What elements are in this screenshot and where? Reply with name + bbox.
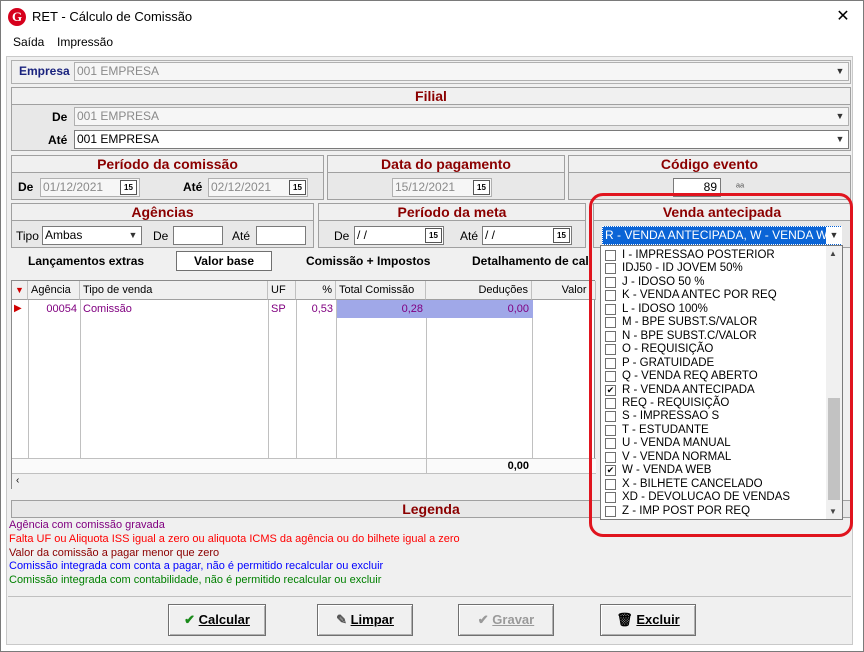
filial-ate-select[interactable]: 001 EMPRESA — [74, 130, 849, 149]
col-agencia[interactable]: Agência — [28, 281, 80, 300]
table-row[interactable]: ▶ 00054 Comissão SP 0,53 0,28 0,00 — [12, 300, 596, 318]
cell-tipo-venda: Comissão — [83, 303, 132, 315]
check-icon: ✔ — [477, 612, 489, 627]
agencias-ate-label: Até — [232, 229, 251, 243]
agencias-tipo-label: Tipo — [16, 229, 39, 243]
tab-valor-base[interactable]: Valor base — [176, 251, 272, 271]
agencias-ate-input[interactable] — [256, 226, 306, 245]
cell-deducoes: 0,00 — [507, 303, 529, 315]
periodo-ate-label: Até — [183, 180, 203, 194]
col-percent[interactable]: % — [296, 281, 336, 300]
excluir-label: Excluir — [636, 612, 680, 627]
calcular-button[interactable]: ✔ Calcular — [168, 604, 266, 636]
limpar-label: Limpar — [350, 612, 394, 627]
legend-item: Comissão integrada com contabilidade, nã… — [9, 574, 382, 586]
highlight-box — [589, 193, 853, 537]
filial-de-label: De — [52, 110, 68, 124]
filial-title: Filial — [12, 88, 850, 105]
menu-bar — [1, 31, 863, 53]
chevron-down-icon[interactable]: ▼ — [832, 131, 848, 148]
col-tipo-venda[interactable]: Tipo de venda — [80, 281, 268, 300]
col-uf[interactable]: UF — [268, 281, 296, 300]
trash-icon: 🗑 — [616, 612, 633, 627]
eraser-icon: ✎ — [336, 612, 347, 627]
tab-detalhamento[interactable]: Detalhamento de calc — [472, 254, 590, 268]
chevron-down-icon[interactable]: ▼ — [125, 227, 141, 244]
periodo-de-label: De — [18, 180, 34, 194]
legend-item: Valor da comissão a pagar menor que zero — [9, 547, 220, 559]
button-bar — [8, 596, 851, 643]
col-valor[interactable]: Valor l — [532, 281, 596, 300]
gravar-button[interactable]: ✔ Gravar — [458, 604, 554, 636]
excluir-button[interactable]: 🗑 Excluir — [600, 604, 696, 636]
filial-de-select[interactable]: 001 EMPRESA — [74, 107, 849, 126]
meta-de-label: De — [334, 229, 350, 243]
row-pointer-icon: ▶ — [14, 303, 22, 314]
chevron-down-icon[interactable]: ▼ — [832, 63, 848, 80]
tab-comissao-impostos[interactable]: Comissão + Impostos — [306, 254, 430, 268]
agencias-de-input[interactable] — [173, 226, 223, 245]
horizontal-scrollbar[interactable]: ‹ — [12, 473, 596, 489]
periodo-meta-title: Período da meta — [319, 204, 585, 221]
legend-item: Comissão integrada com conta a pagar, nã… — [9, 560, 384, 572]
sort-indicator-icon: ▼ — [12, 281, 28, 300]
cell-total-comissao: 0,28 — [401, 303, 423, 315]
col-total-comissao[interactable]: Total Comissão — [336, 281, 426, 300]
meta-ate-label: Até — [460, 229, 479, 243]
empresa-label: Empresa — [19, 64, 70, 78]
gravar-label: Gravar — [492, 612, 535, 627]
limpar-button[interactable]: ✎ Limpar — [317, 604, 413, 636]
cell-agencia: 00054 — [46, 303, 77, 315]
app-logo-icon: G — [8, 8, 26, 26]
calendar-icon[interactable]: 15 — [553, 228, 570, 243]
calendar-icon[interactable]: 15 — [425, 228, 442, 243]
tab-lancamentos-extras[interactable]: Lançamentos extras — [28, 254, 144, 268]
check-icon: ✔ — [184, 612, 195, 627]
calendar-icon[interactable]: 15 — [120, 180, 137, 195]
scroll-left-icon[interactable]: ‹ — [16, 475, 19, 486]
close-button[interactable]: ✕ — [832, 6, 854, 26]
cell-uf: SP — [271, 303, 286, 315]
menu-saida[interactable]: Saída — [13, 35, 44, 49]
col-deducoes[interactable]: Deduções — [426, 281, 532, 300]
agencias-title: Agências — [12, 204, 313, 221]
agencias-de-label: De — [153, 229, 169, 243]
filial-ate-label: Até — [48, 133, 68, 147]
codigo-evento-title: Código evento — [569, 156, 850, 173]
calcular-label: Calcular — [198, 612, 250, 627]
menu-impressao[interactable]: Impressão — [57, 35, 113, 49]
window-title: RET - Cálculo de Comissão — [32, 9, 193, 24]
calendar-icon[interactable]: 15 — [289, 180, 306, 195]
calendar-icon[interactable]: 15 — [473, 180, 490, 195]
periodo-comissao-title: Período da comissão — [12, 156, 323, 173]
legend-item: Falta UF ou Aliquota ISS igual a zero ou… — [9, 533, 460, 545]
data-pagamento-title: Data do pagamento — [328, 156, 564, 173]
footer-total: 0,00 — [426, 459, 532, 473]
empresa-select[interactable]: 001 EMPRESA — [74, 62, 849, 81]
chevron-down-icon[interactable]: ▼ — [832, 108, 848, 125]
cell-percent: 0,53 — [311, 303, 333, 315]
comissao-grid[interactable]: ▼ Agência Tipo de venda UF % Total Comis… — [11, 280, 596, 489]
legend-item: Agência com comissão gravada — [9, 519, 165, 531]
